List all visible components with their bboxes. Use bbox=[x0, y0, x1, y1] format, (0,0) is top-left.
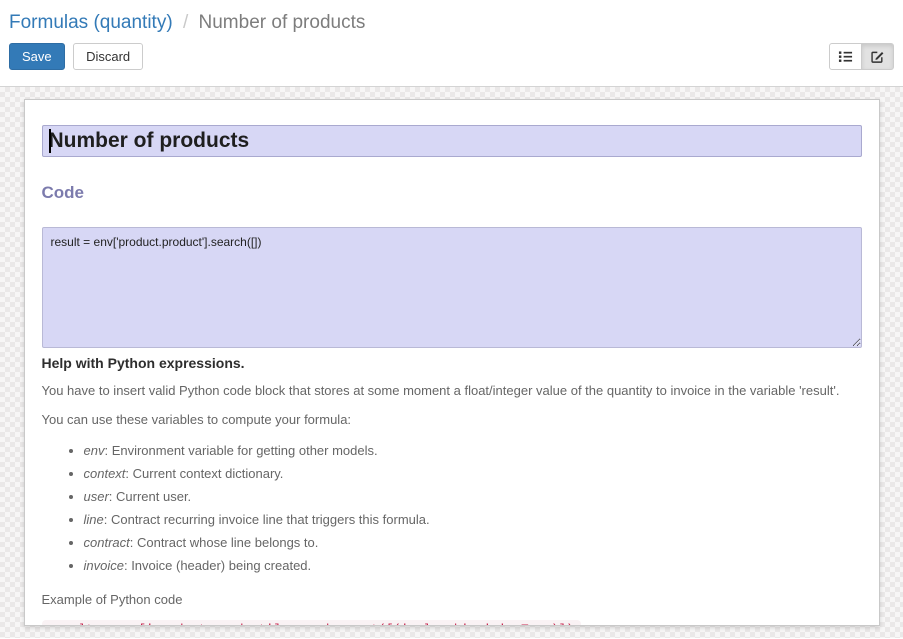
example-code: result = env['product.product'].search_c… bbox=[42, 620, 581, 626]
variable-name: invoice bbox=[84, 558, 124, 573]
variable-desc: : Contract whose line belongs to. bbox=[130, 535, 319, 550]
formula-name-field bbox=[42, 125, 862, 157]
variable-desc: : Current user. bbox=[109, 489, 191, 504]
variable-name: env bbox=[84, 443, 105, 458]
breadcrumb-separator: / bbox=[183, 12, 188, 33]
variable-name: contract bbox=[84, 535, 130, 550]
variable-desc: : Contract recurring invoice line that t… bbox=[104, 512, 430, 527]
variable-desc: : Environment variable for getting other… bbox=[104, 443, 377, 458]
python-help-block: Help with Python expressions. You have t… bbox=[42, 355, 862, 626]
variable-name: line bbox=[84, 512, 104, 527]
variable-item: line: Contract recurring invoice line th… bbox=[84, 511, 862, 529]
breadcrumb: Formulas (quantity) / Number of products bbox=[0, 0, 903, 41]
code-section-heading: Code bbox=[42, 183, 862, 203]
variable-desc: : Current context dictionary. bbox=[125, 466, 283, 481]
variable-item: user: Current user. bbox=[84, 488, 862, 506]
variables-list: env: Environment variable for getting ot… bbox=[42, 442, 862, 575]
form-sheet: Code result = env['product.product'].sea… bbox=[24, 99, 880, 626]
variable-name: user bbox=[84, 489, 109, 504]
list-view-button[interactable] bbox=[829, 43, 862, 70]
text-cursor bbox=[49, 129, 51, 153]
breadcrumb-current: Number of products bbox=[199, 12, 366, 33]
help-title: Help with Python expressions. bbox=[42, 355, 862, 371]
example-label: Example of Python code bbox=[42, 591, 862, 609]
control-panel: Formulas (quantity) / Number of products… bbox=[0, 0, 903, 87]
formula-name-input[interactable] bbox=[42, 125, 862, 157]
save-button[interactable]: Save bbox=[9, 43, 65, 70]
discard-button[interactable]: Discard bbox=[73, 43, 143, 70]
variable-desc: : Invoice (header) being created. bbox=[124, 558, 311, 573]
list-icon bbox=[838, 49, 853, 64]
code-textarea[interactable]: result = env['product.product'].search([… bbox=[42, 227, 862, 348]
view-switcher bbox=[829, 43, 894, 70]
help-intro: You have to insert valid Python code blo… bbox=[42, 382, 862, 400]
variable-item: context: Current context dictionary. bbox=[84, 465, 862, 483]
variable-item: invoice: Invoice (header) being created. bbox=[84, 557, 862, 575]
record-buttons: Save Discard bbox=[9, 43, 147, 70]
form-view-button[interactable] bbox=[861, 43, 894, 70]
breadcrumb-parent-link[interactable]: Formulas (quantity) bbox=[9, 12, 173, 33]
button-bar: Save Discard bbox=[0, 41, 903, 70]
variable-item: env: Environment variable for getting ot… bbox=[84, 442, 862, 460]
variables-intro: You can use these variables to compute y… bbox=[42, 411, 862, 429]
edit-icon bbox=[870, 49, 885, 64]
variable-name: context bbox=[84, 466, 126, 481]
form-view-background: Code result = env['product.product'].sea… bbox=[0, 87, 903, 638]
variable-item: contract: Contract whose line belongs to… bbox=[84, 534, 862, 552]
